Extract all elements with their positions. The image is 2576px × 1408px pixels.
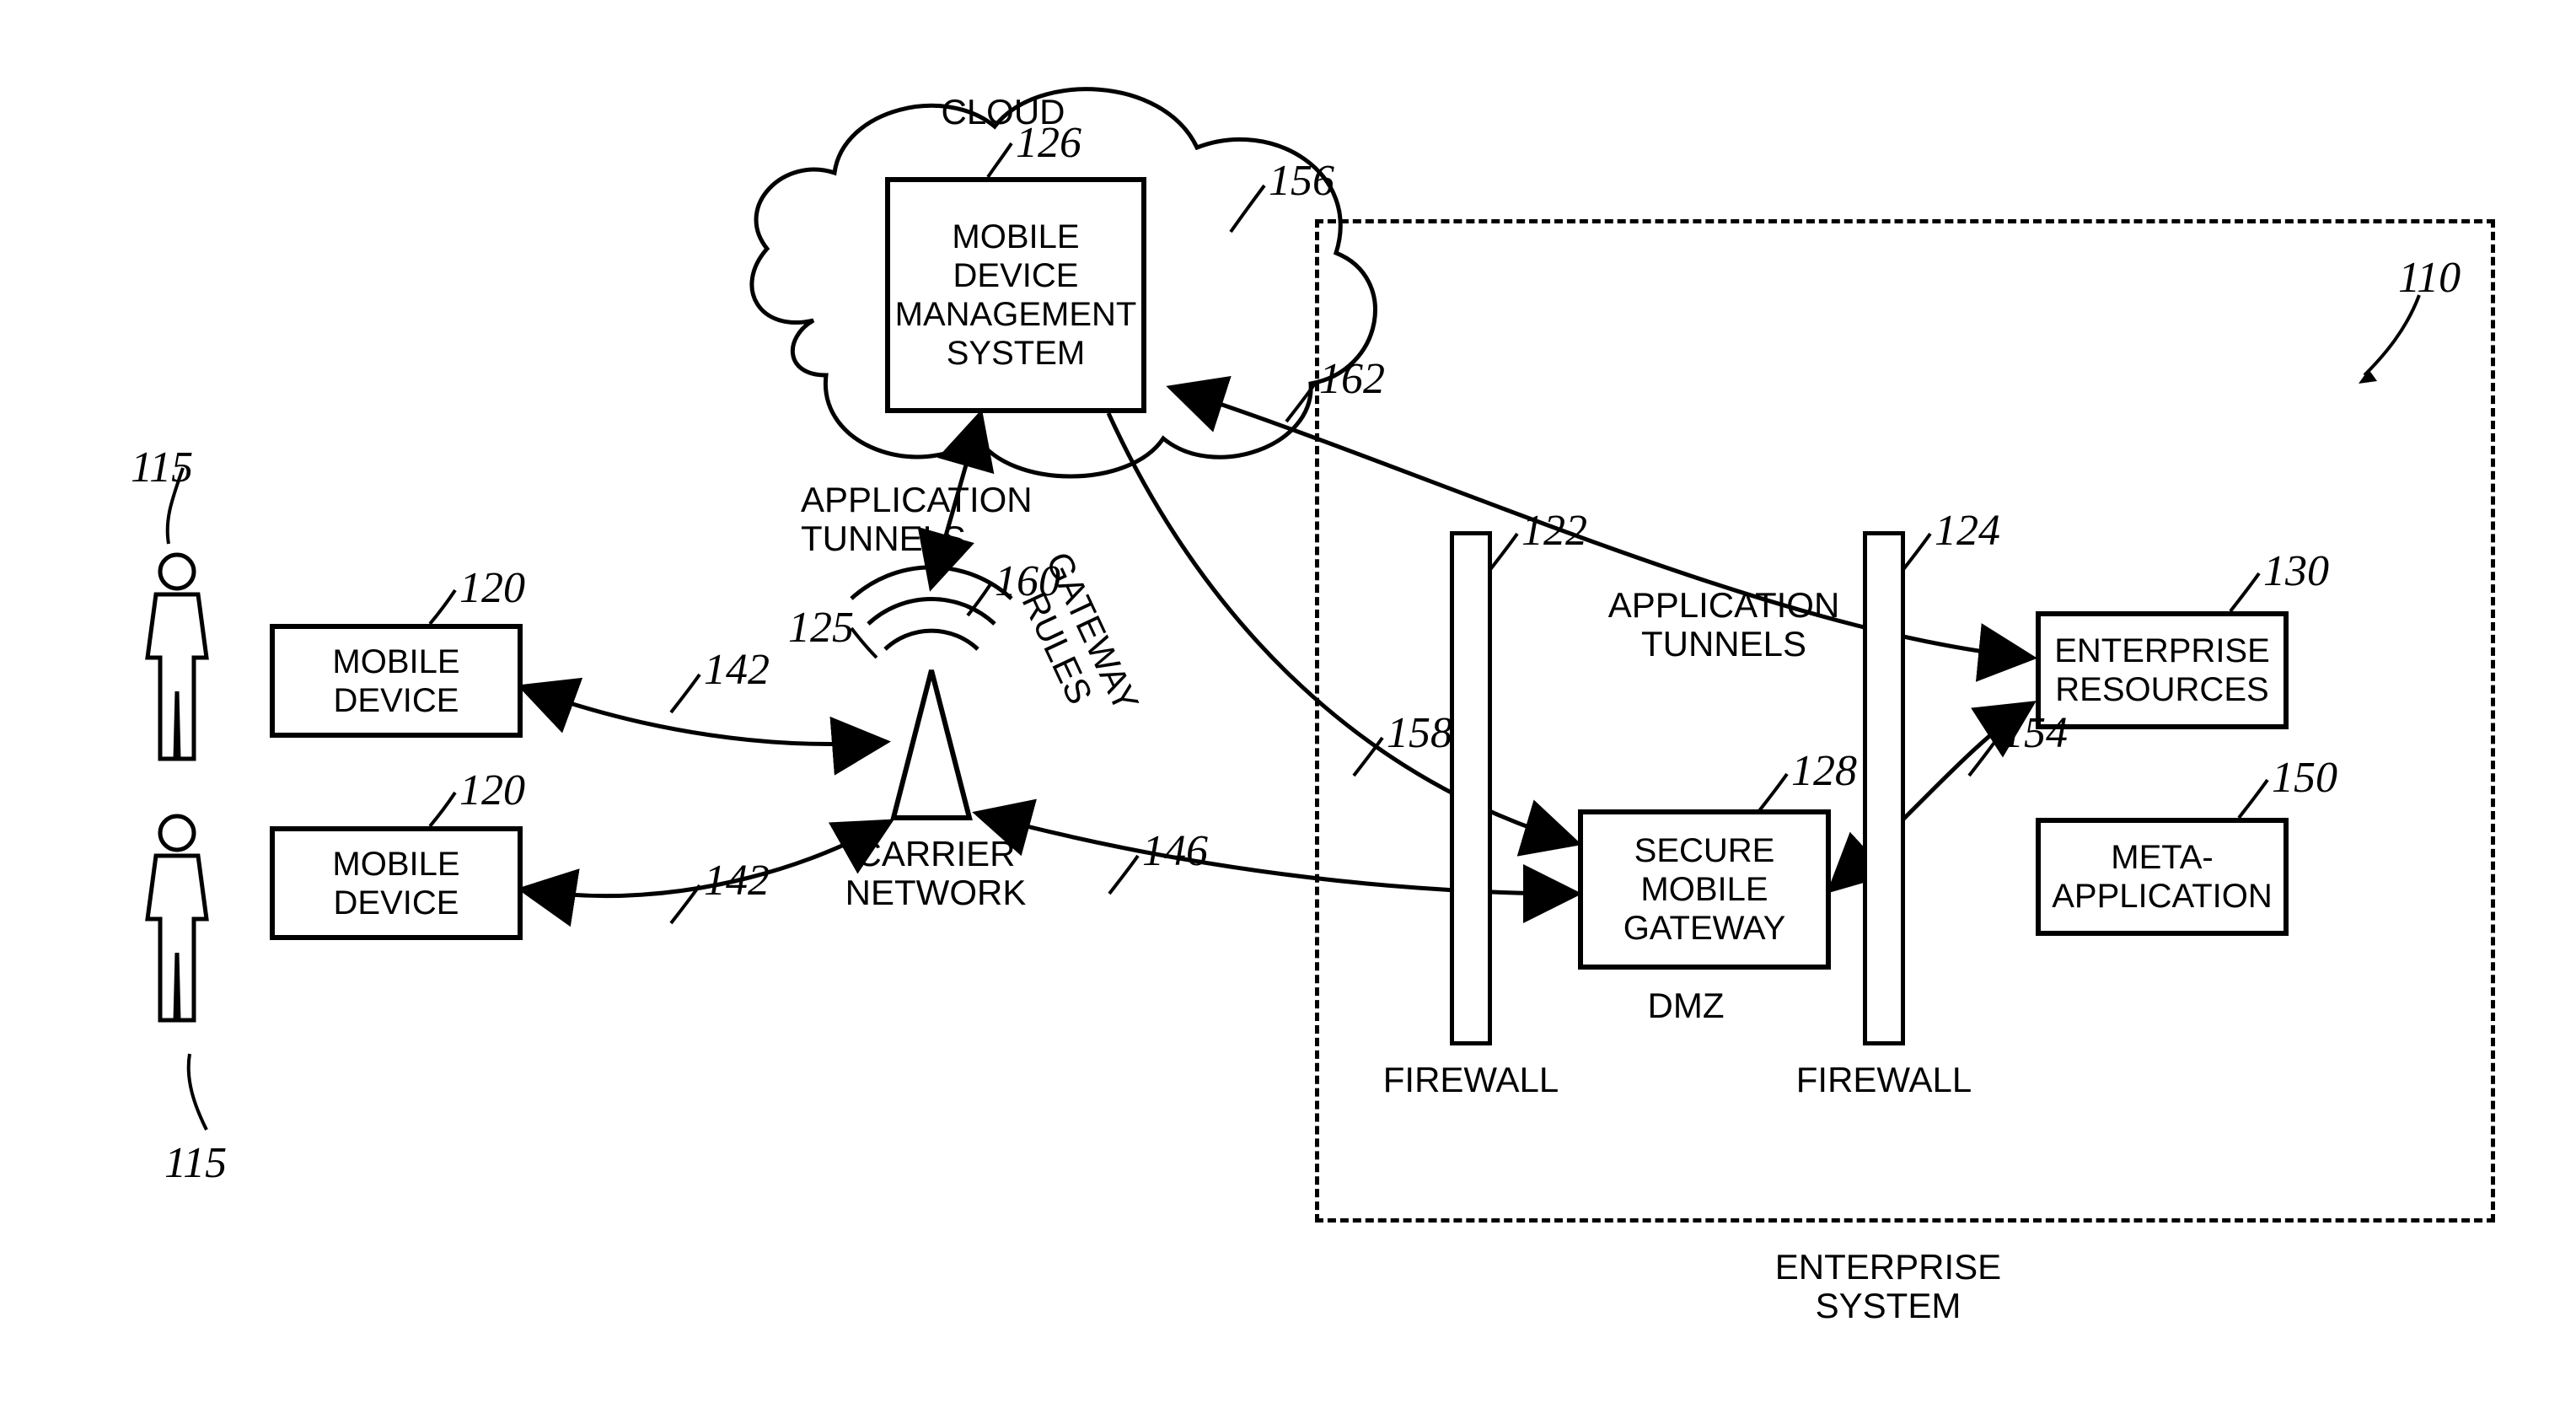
ref-146: 146 [1142,826,1208,876]
mobile-device-2: MOBILE DEVICE [270,826,523,940]
ref-142-1: 142 [704,645,770,695]
ref-142-2: 142 [704,856,770,906]
ref-125: 125 [788,603,854,653]
ref-120-1: 120 [459,563,525,613]
ref-128: 128 [1791,746,1857,796]
secure-mobile-gateway-box: SECURE MOBILE GATEWAY [1578,809,1831,970]
ref-122: 122 [1521,506,1587,556]
ref-150: 150 [2272,753,2337,803]
enterprise-system-label: ENTERPRISE SYSTEM [1753,1248,2023,1325]
app-tunnels-up-label: APPLICATION TUNNELS [801,481,1045,558]
ref-126: 126 [1016,118,1081,168]
ref-162: 162 [1319,354,1385,404]
ref-130: 130 [2263,546,2329,596]
ref-120-2: 120 [459,766,525,815]
firewall-left [1450,531,1492,1045]
ref-124: 124 [1935,506,2000,556]
firewall-right-label: FIREWALL [1795,1061,1972,1099]
person-icon-1 [126,548,228,776]
ref-115-1: 115 [131,443,193,492]
meta-application-box: META- APPLICATION [2036,818,2289,936]
ref-154: 154 [2002,708,2068,758]
enterprise-resources-box: ENTERPRISE RESOURCES [2036,611,2289,729]
person-icon-2 [126,809,228,1037]
mdm-box: MOBILE DEVICE MANAGEMENT SYSTEM [885,177,1146,413]
ref-110: 110 [2398,253,2461,303]
firewall-right [1863,531,1905,1045]
carrier-network-label: CARRIER NETWORK [835,835,1037,912]
ref-115-2: 115 [164,1138,227,1188]
app-tunnels-right-label: APPLICATION TUNNELS [1602,586,1846,664]
gateway-rules-label: GATEWAY RULES [1000,540,1149,740]
firewall-left-label: FIREWALL [1382,1061,1559,1099]
diagram-stage: CLOUD 156 MOBILE DEVICE MANAGEMENT SYSTE… [0,0,2576,1408]
dmz-label: DMZ [1635,986,1736,1025]
mobile-device-1: MOBILE DEVICE [270,624,523,738]
ref-156: 156 [1269,156,1334,206]
ref-158: 158 [1387,708,1452,758]
